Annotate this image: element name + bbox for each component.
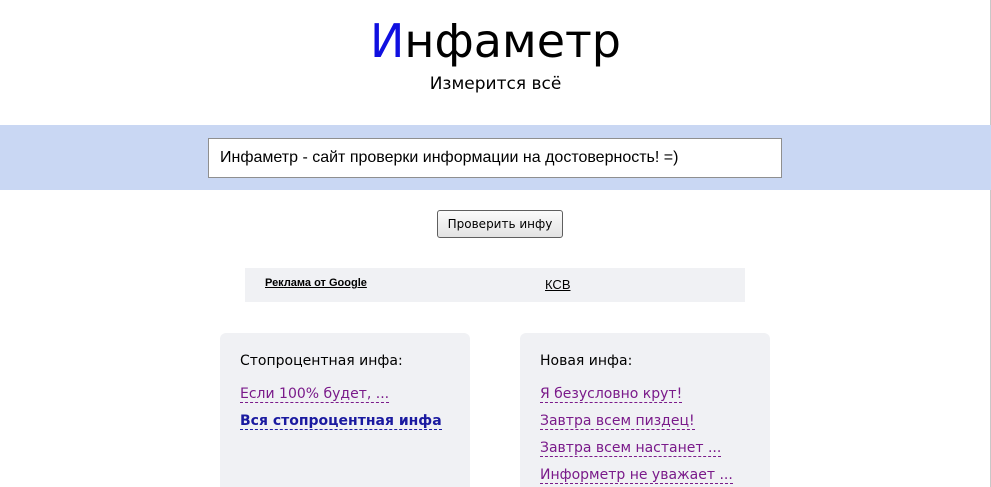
info-link[interactable]: Завтра всем пиздец! <box>540 413 695 430</box>
list-item: Завтра всем пиздец! <box>540 412 733 439</box>
info-link[interactable]: Я безусловно крут! <box>540 386 683 403</box>
page: Инфаметр Измерится всё Проверить инфу Ре… <box>0 0 991 487</box>
info-link[interactable]: Информетр не уважает ... <box>540 467 733 484</box>
list-item: Вся стопроцентная инфа <box>240 412 442 439</box>
check-info-button[interactable]: Проверить инфу <box>437 210 563 238</box>
new-info-panel: Новая инфа: Я безусловно крут! Завтра вс… <box>520 333 770 487</box>
hundred-percent-panel: Стопроцентная инфа: Если 100% будет, ...… <box>220 333 470 487</box>
search-input[interactable] <box>208 138 782 178</box>
site-logo[interactable]: Инфаметр <box>0 14 991 68</box>
list-item: Я безусловно крут! <box>540 385 733 412</box>
panel-title: Стопроцентная инфа: <box>240 353 403 369</box>
panel-title: Новая инфа: <box>540 353 633 369</box>
list-item: Информетр не уважает ... <box>540 466 733 487</box>
list-item: Если 100% будет, ... <box>240 385 442 412</box>
info-link[interactable]: Если 100% будет, ... <box>240 386 390 403</box>
logo-accent-letter: И <box>369 14 405 68</box>
list-item: Завтра всем настанет ... <box>540 439 733 466</box>
logo-text: нфаметр <box>404 14 621 68</box>
ads-by-google-link[interactable]: Реклама от Google <box>265 277 367 289</box>
info-link[interactable]: Завтра всем настанет ... <box>540 440 722 457</box>
ad-link[interactable]: КСВ <box>545 277 571 292</box>
new-info-list: Я безусловно крут! Завтра всем пиздец! З… <box>540 385 733 487</box>
ad-bar: Реклама от Google КСВ <box>245 268 745 302</box>
search-band <box>0 125 991 190</box>
hundred-percent-list: Если 100% будет, ... Вся стопроцентная и… <box>240 385 442 439</box>
all-hundred-percent-link[interactable]: Вся стопроцентная инфа <box>240 413 442 430</box>
site-tagline: Измерится всё <box>429 74 562 94</box>
